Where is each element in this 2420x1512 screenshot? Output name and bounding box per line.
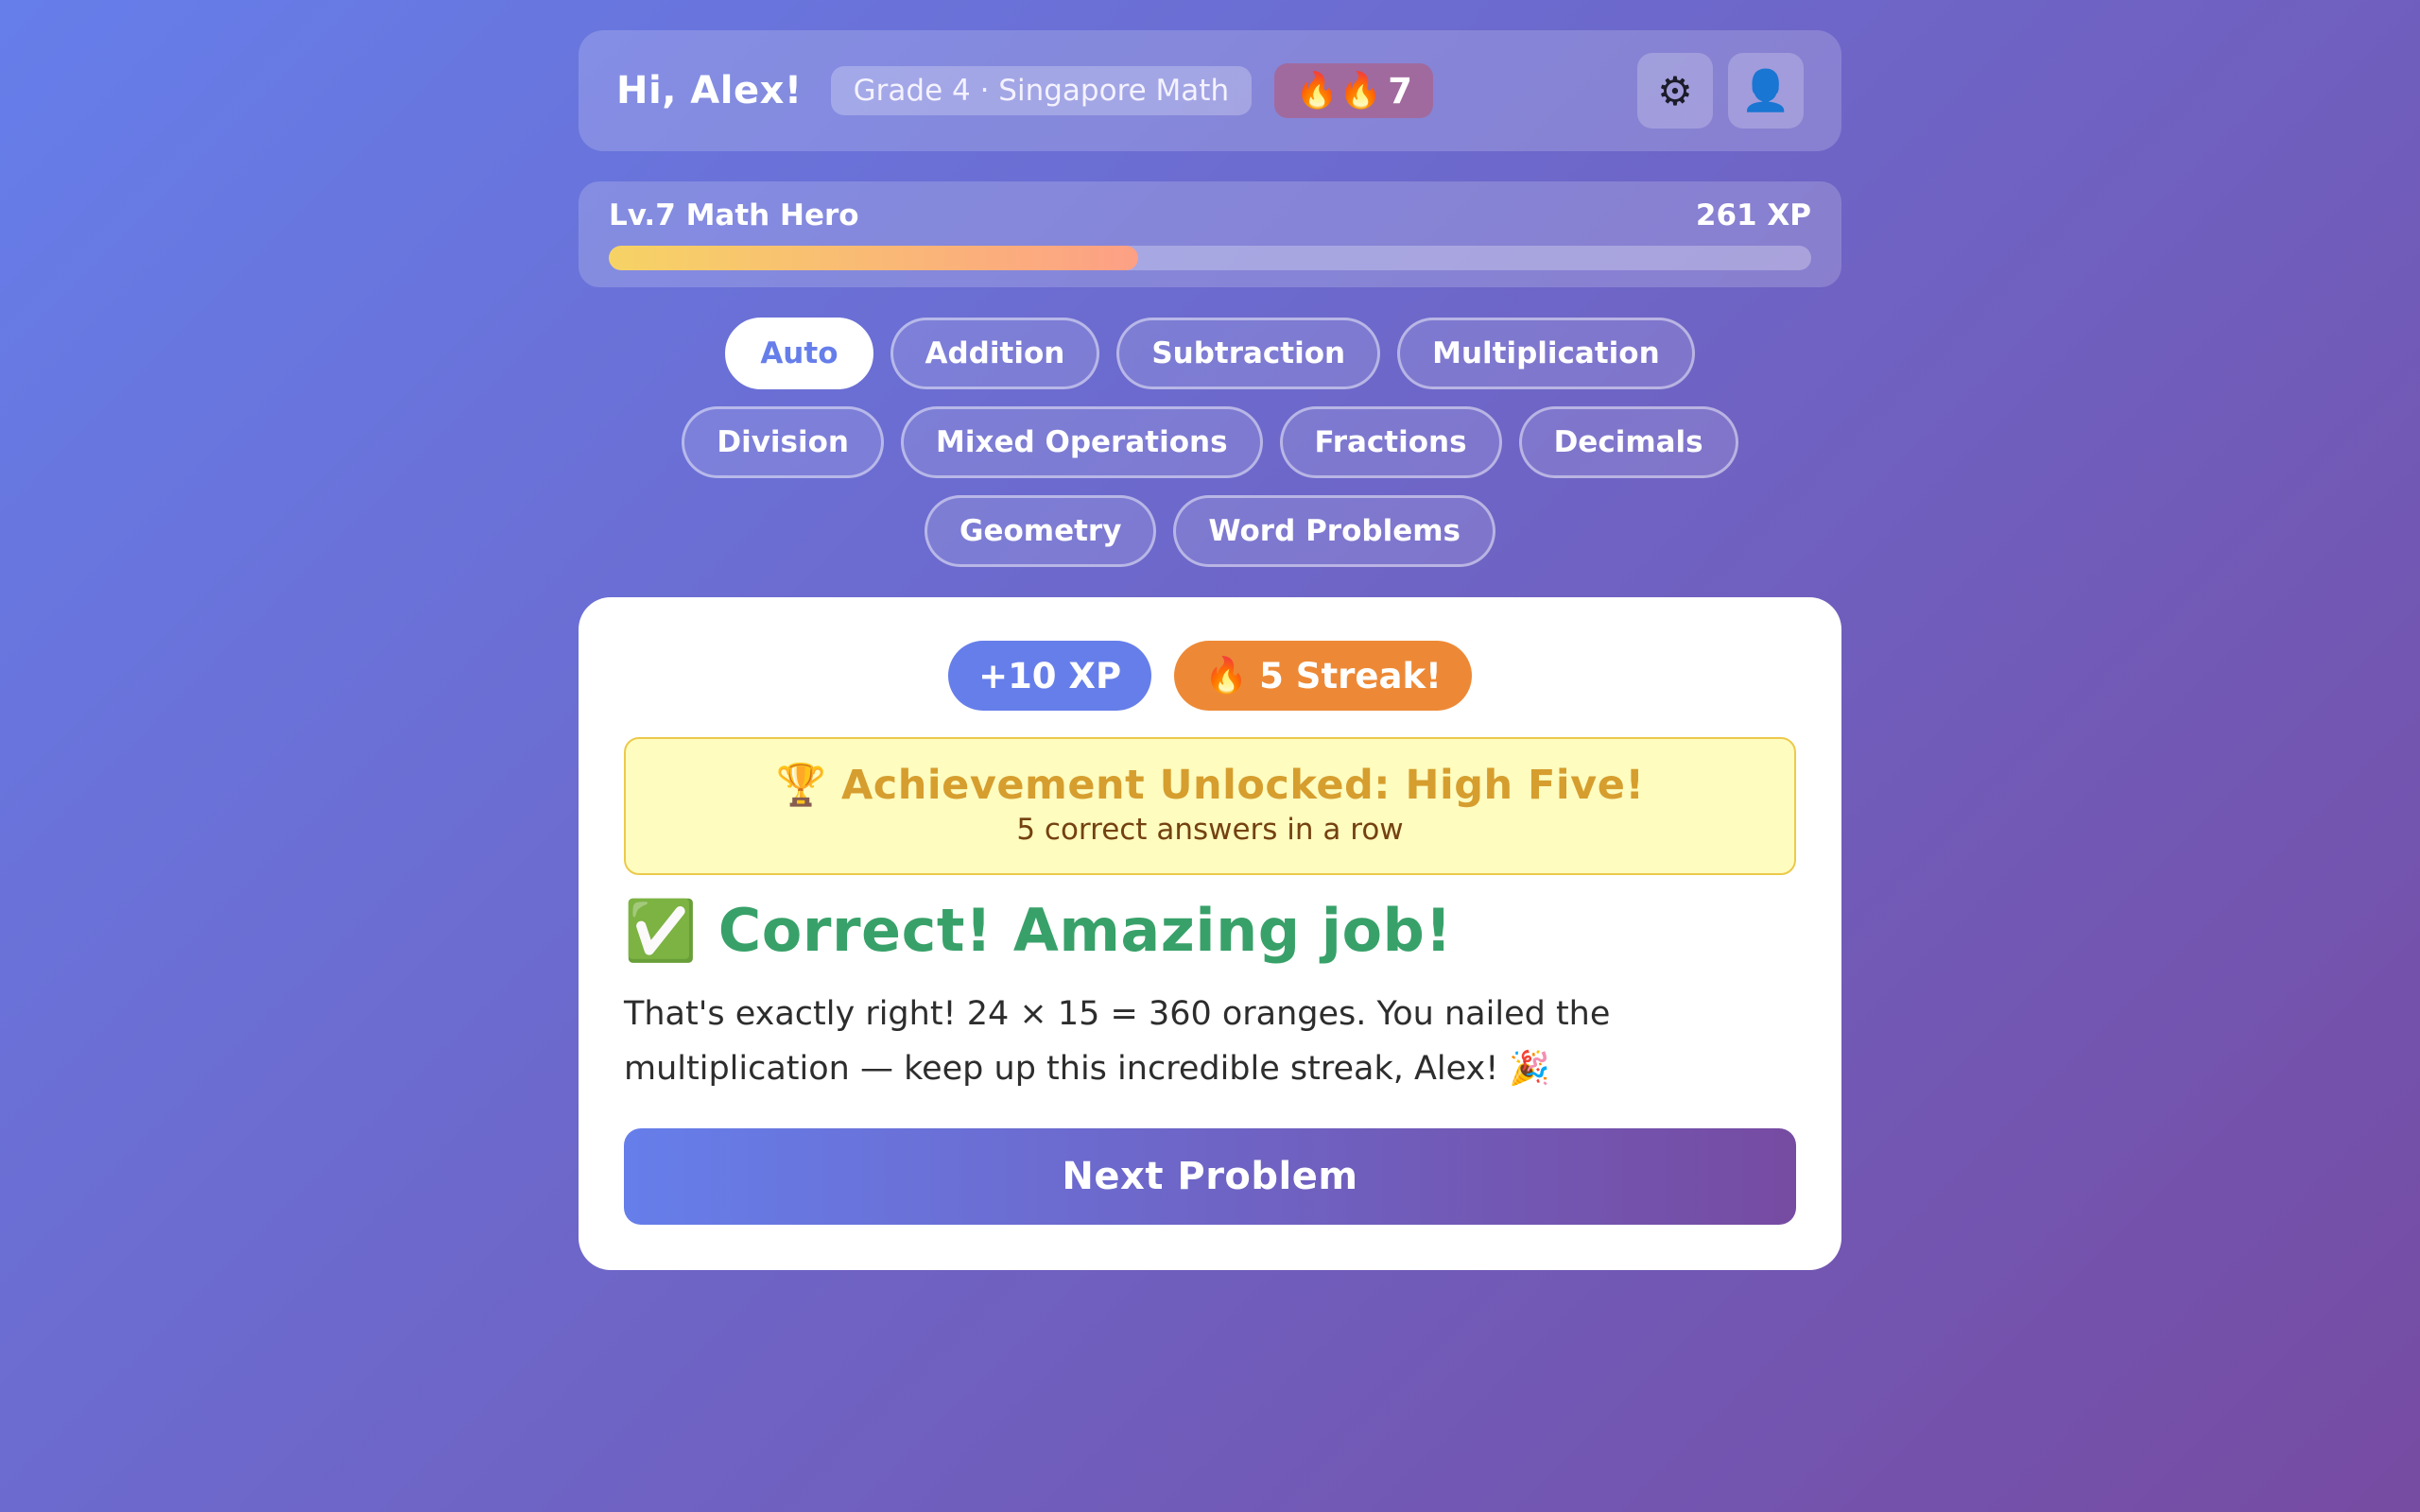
result-title-text: Correct! Amazing job!: [717, 896, 1453, 965]
next-problem-button[interactable]: Next Problem: [624, 1128, 1796, 1225]
topic-chip-fractions[interactable]: Fractions: [1279, 406, 1502, 478]
greeting: Hi, Alex!: [616, 69, 803, 112]
topic-chip-decimals[interactable]: Decimals: [1518, 406, 1738, 478]
achievement-title-text: Achievement Unlocked: High Five!: [841, 762, 1645, 809]
streak-pill: 🔥🔥 7: [1274, 63, 1433, 118]
result-title: ✅ Correct! Amazing job!: [624, 896, 1796, 966]
streak-count: 7: [1388, 70, 1412, 112]
topic-chip-geometry[interactable]: Geometry: [925, 495, 1157, 567]
user-icon: 👤: [1740, 67, 1791, 113]
check-icon: ✅: [624, 896, 698, 965]
topic-chip-multiplication[interactable]: Multiplication: [1397, 318, 1695, 389]
achievement-banner: 🏆 Achievement Unlocked: High Five! 5 cor…: [624, 737, 1796, 875]
topic-chip-auto[interactable]: Auto: [725, 318, 873, 389]
xp-progress-fill: [609, 246, 1138, 270]
settings-button[interactable]: ⚙: [1637, 53, 1713, 129]
achievement-subtitle: 5 correct answers in a row: [1016, 813, 1404, 847]
topic-chip-subtraction[interactable]: Subtraction: [1116, 318, 1381, 389]
result-explanation: That's exactly right! 24 × 15 = 360 oran…: [624, 995, 1611, 1088]
app-container: Hi, Alex! Grade 4 · Singapore Math 🔥🔥 7 …: [579, 30, 1841, 1270]
reward-badges: +10 XP 🔥 5 Streak!: [624, 641, 1796, 711]
trophy-icon: 🏆: [775, 762, 827, 809]
profile-button[interactable]: 👤: [1728, 53, 1804, 129]
gear-icon: ⚙: [1657, 67, 1693, 114]
xp-progress-track: [609, 246, 1811, 270]
topic-selector: Auto Addition Subtraction Multiplication…: [579, 318, 1841, 567]
streak-badge: 🔥 5 Streak!: [1174, 641, 1472, 711]
xp-gain-badge: +10 XP: [948, 641, 1152, 711]
topic-chip-addition[interactable]: Addition: [890, 318, 1100, 389]
level-label: Lv.7 Math Hero: [609, 198, 859, 232]
result-card: +10 XP 🔥 5 Streak! 🏆 Achievement Unlocke…: [579, 597, 1841, 1270]
grade-pill: Grade 4 · Singapore Math: [830, 66, 1253, 115]
top-header: Hi, Alex! Grade 4 · Singapore Math 🔥🔥 7 …: [579, 30, 1841, 151]
fire-icon: 🔥🔥: [1295, 70, 1383, 111]
xp-total: 261 XP: [1695, 198, 1811, 232]
topic-chip-division[interactable]: Division: [682, 406, 884, 478]
achievement-title: 🏆 Achievement Unlocked: High Five!: [626, 762, 1794, 809]
streak-badge-label: 5 Streak!: [1259, 655, 1442, 696]
level-card: Lv.7 Math Hero 261 XP: [579, 181, 1841, 287]
topic-chip-word-problems[interactable]: Word Problems: [1173, 495, 1495, 567]
fire-icon: 🔥: [1204, 655, 1249, 696]
topic-chip-mixed-operations[interactable]: Mixed Operations: [901, 406, 1263, 478]
